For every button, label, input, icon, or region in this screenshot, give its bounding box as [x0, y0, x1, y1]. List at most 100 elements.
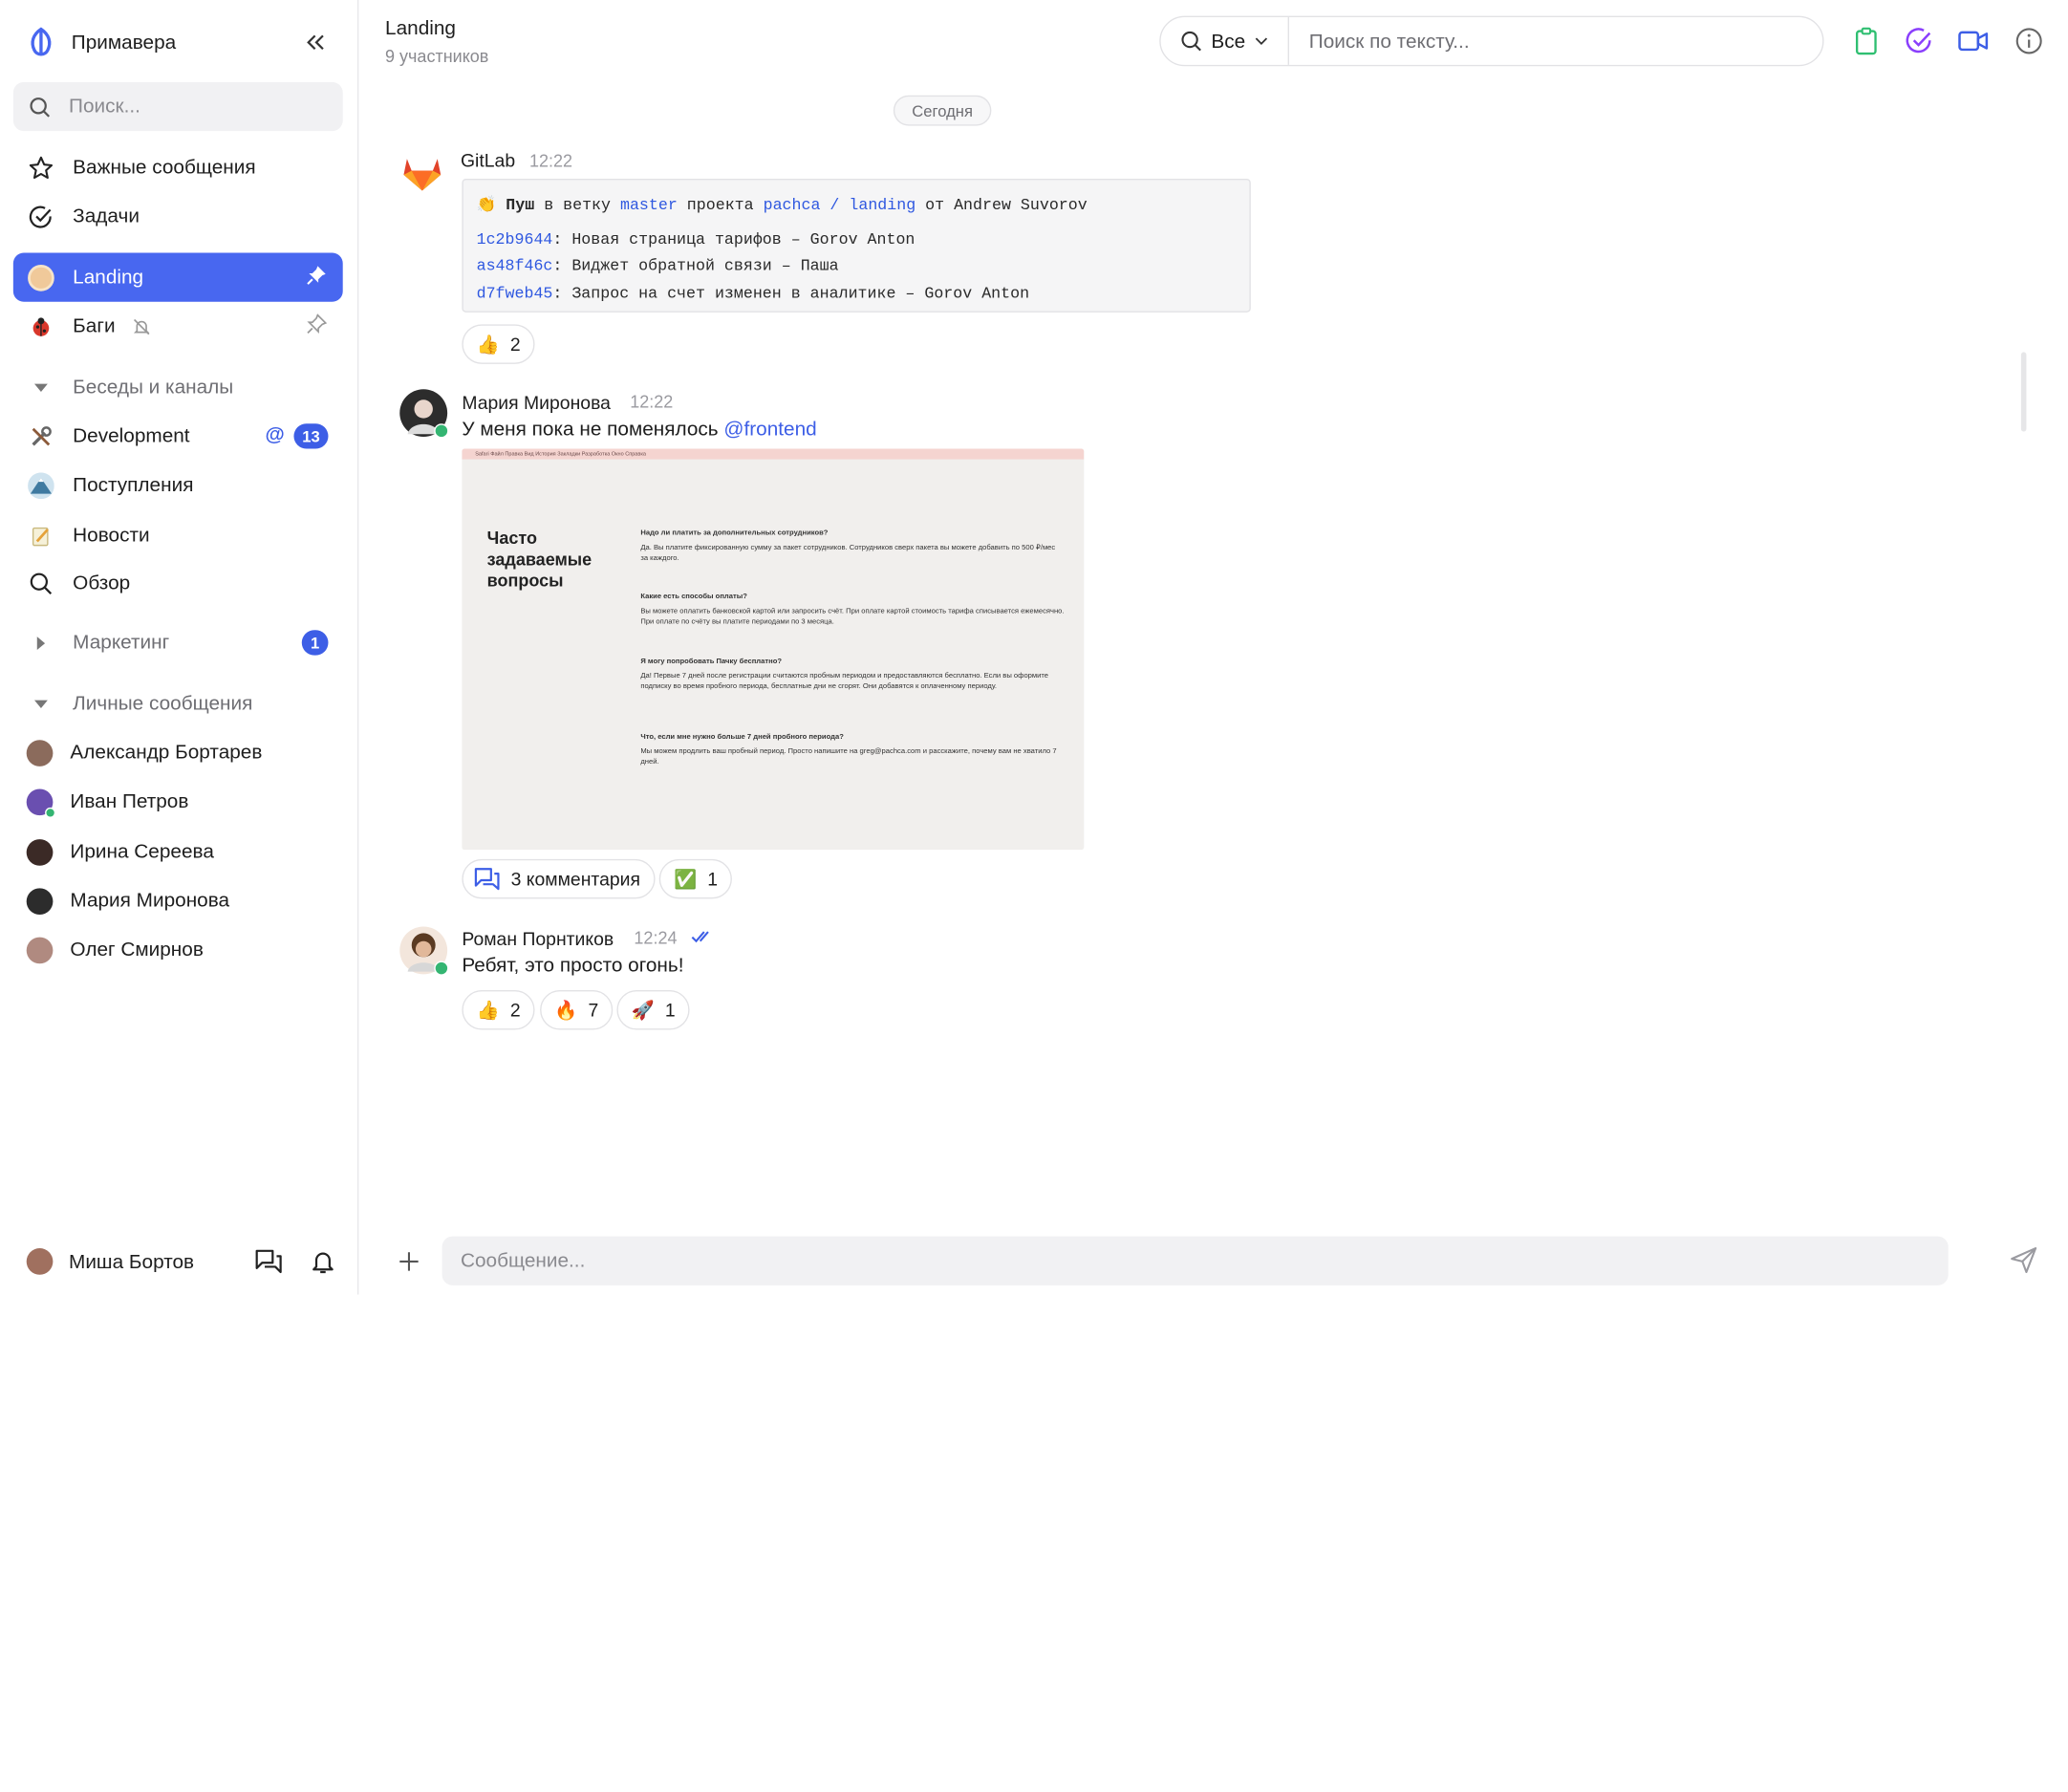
search-filter-dropdown[interactable]: Все [1161, 17, 1289, 65]
branch-link[interactable]: master [620, 196, 678, 214]
comments-button[interactable]: 3 комментария [462, 858, 656, 899]
landing-avatar [27, 263, 55, 291]
faq-answer: Вы можете оплатить банковской картой или… [640, 607, 1065, 627]
sidebar-item-label: Баги [73, 314, 116, 338]
search-icon [27, 569, 55, 597]
rocket-icon: 🚀 [631, 998, 655, 1021]
sidebar-item-important[interactable]: Важные сообщения [13, 143, 343, 192]
reaction-chip[interactable]: ✅ 1 [658, 858, 733, 899]
dm-item[interactable]: Мария Миронова [13, 876, 343, 925]
unread-badge: 13 [293, 423, 329, 449]
workspace-brand[interactable]: Примавера [27, 24, 176, 61]
sidebar-item-postupleniya[interactable]: Поступления [13, 461, 343, 509]
ladybug-icon [27, 312, 55, 340]
message-text-body: У меня пока не поменялось [462, 418, 724, 442]
avatar[interactable] [399, 926, 449, 976]
sidebar-item-overview[interactable]: Обзор [13, 558, 343, 607]
message-author[interactable]: GitLab [461, 150, 515, 171]
sidebar-item-label: Задачи [73, 205, 140, 228]
scrollbar-thumb[interactable] [2020, 352, 2027, 432]
reaction-chip[interactable]: 👍 2 [462, 324, 535, 364]
project-link[interactable]: pachca / landing [764, 196, 916, 214]
threads-icon[interactable] [254, 1248, 283, 1275]
info-icon[interactable] [2014, 25, 2045, 56]
commit-hash-link[interactable]: 1c2b9644 [477, 229, 553, 248]
clipboard-icon[interactable] [1850, 25, 1882, 56]
section-dm-header[interactable]: Личные сообщения [13, 680, 343, 728]
current-user-name[interactable]: Миша Бортов [69, 1250, 227, 1273]
app-window: Примавера Поиск... Важные сообщения Зада… [0, 0, 2068, 1792]
push-text: в ветку [534, 195, 620, 215]
commit-text: : Виджет обратной связи – Паша [552, 256, 839, 276]
attached-screenshot[interactable]: Safari Файл Правка Вид История Закладки … [462, 448, 1085, 851]
avatar[interactable] [399, 389, 449, 439]
avatar[interactable] [26, 1248, 54, 1275]
message-author[interactable]: Мария Миронова [462, 392, 611, 413]
section-label: Беседы и каналы [73, 376, 234, 399]
star-icon [27, 153, 55, 182]
dm-item[interactable]: Ирина Сереева [13, 828, 343, 876]
send-button[interactable] [2009, 1245, 2040, 1277]
avatar [26, 788, 56, 818]
sidebar-item-label: Новости [73, 524, 150, 548]
message-input[interactable] [460, 1249, 1949, 1272]
chat-members-count[interactable]: 9 участников [385, 46, 488, 66]
message-search: Все [1159, 15, 1824, 67]
search-input[interactable] [1288, 30, 1793, 53]
sidebar-item-news[interactable]: Новости [13, 511, 343, 560]
sidebar-search-placeholder: Поиск... [69, 95, 140, 119]
online-indicator [45, 807, 56, 818]
chat-title: Landing [385, 17, 456, 40]
faq-question: Какие есть способы оплаты? [640, 593, 747, 601]
push-text: проекта [677, 195, 764, 215]
section-marketing-header[interactable]: Маркетинг 1 [13, 618, 343, 667]
dm-label: Александр Бортарев [70, 741, 263, 765]
reaction-chip[interactable]: 🚀 1 [616, 989, 690, 1030]
comments-count-label: 3 комментария [510, 868, 640, 890]
current-user-bar: Миша Бортов [26, 1241, 344, 1282]
faq-question: Я могу попробовать Пачку бесплатно? [640, 658, 783, 666]
video-call-icon[interactable] [1957, 25, 1989, 56]
sidebar-search[interactable]: Поиск... [12, 81, 343, 132]
sidebar-item-tasks[interactable]: Задачи [13, 192, 343, 241]
reaction-count: 2 [509, 999, 521, 1021]
filter-label: Все [1211, 30, 1246, 53]
sidebar-item-landing[interactable]: Landing [12, 252, 343, 302]
sidebar-item-bugs[interactable]: Баги [13, 302, 343, 351]
reaction-chip[interactable]: 👍 2 [462, 989, 535, 1030]
push-text: от Andrew Suvorov [916, 195, 1088, 215]
message-composer [442, 1236, 1949, 1285]
faq-answer: Да! Первые 7 дней после регистрации счит… [640, 672, 1049, 691]
reaction-count: 7 [588, 999, 599, 1021]
attach-plus-button[interactable] [395, 1247, 423, 1276]
commit-text: : Новая страница тарифов – Gorov Anton [552, 229, 916, 248]
mention-link[interactable]: @frontend [723, 419, 816, 442]
avatar [26, 936, 54, 963]
faq-item: Какие есть способы оплаты? Вы можете опла… [640, 592, 1064, 627]
dm-label: Мария Миронова [70, 889, 230, 913]
message-author[interactable]: Роман Порнтиков [462, 928, 614, 949]
pin-icon[interactable] [306, 313, 328, 340]
faq-answer: Мы можем продлить ваш пробный период. Пр… [640, 747, 1057, 766]
reaction-chip[interactable]: 🔥 7 [540, 989, 614, 1030]
unread-badge: 1 [301, 630, 329, 656]
commit-line: as48f46c: Виджет обратной связи – Паша [477, 253, 1237, 280]
tasks-check-icon[interactable] [1904, 25, 1935, 56]
caret-down-icon [27, 373, 55, 401]
sidebar-item-development[interactable]: Development @ 13 [13, 412, 343, 461]
faq-answer: Да. Вы платите фиксированную сумму за па… [640, 544, 1056, 563]
double-chevron-left-icon [307, 34, 324, 51]
section-channels-header[interactable]: Беседы и каналы [13, 362, 343, 411]
caret-right-icon [27, 628, 55, 657]
commit-hash-link[interactable]: d7fweb45 [477, 284, 553, 302]
dm-item[interactable]: Олег Смирнов [13, 925, 343, 974]
sidebar-item-label: Development [73, 424, 190, 448]
pin-icon[interactable] [306, 265, 327, 291]
dm-item[interactable]: Александр Бортарев [13, 728, 343, 777]
dm-item[interactable]: Иван Петров [13, 777, 343, 826]
reaction-count: 2 [509, 334, 521, 356]
collapse-sidebar-button[interactable] [299, 27, 331, 58]
commit-hash-link[interactable]: as48f46c [477, 257, 553, 275]
sidebar-item-label: Важные сообщения [73, 156, 256, 179]
bell-icon[interactable] [310, 1248, 336, 1275]
